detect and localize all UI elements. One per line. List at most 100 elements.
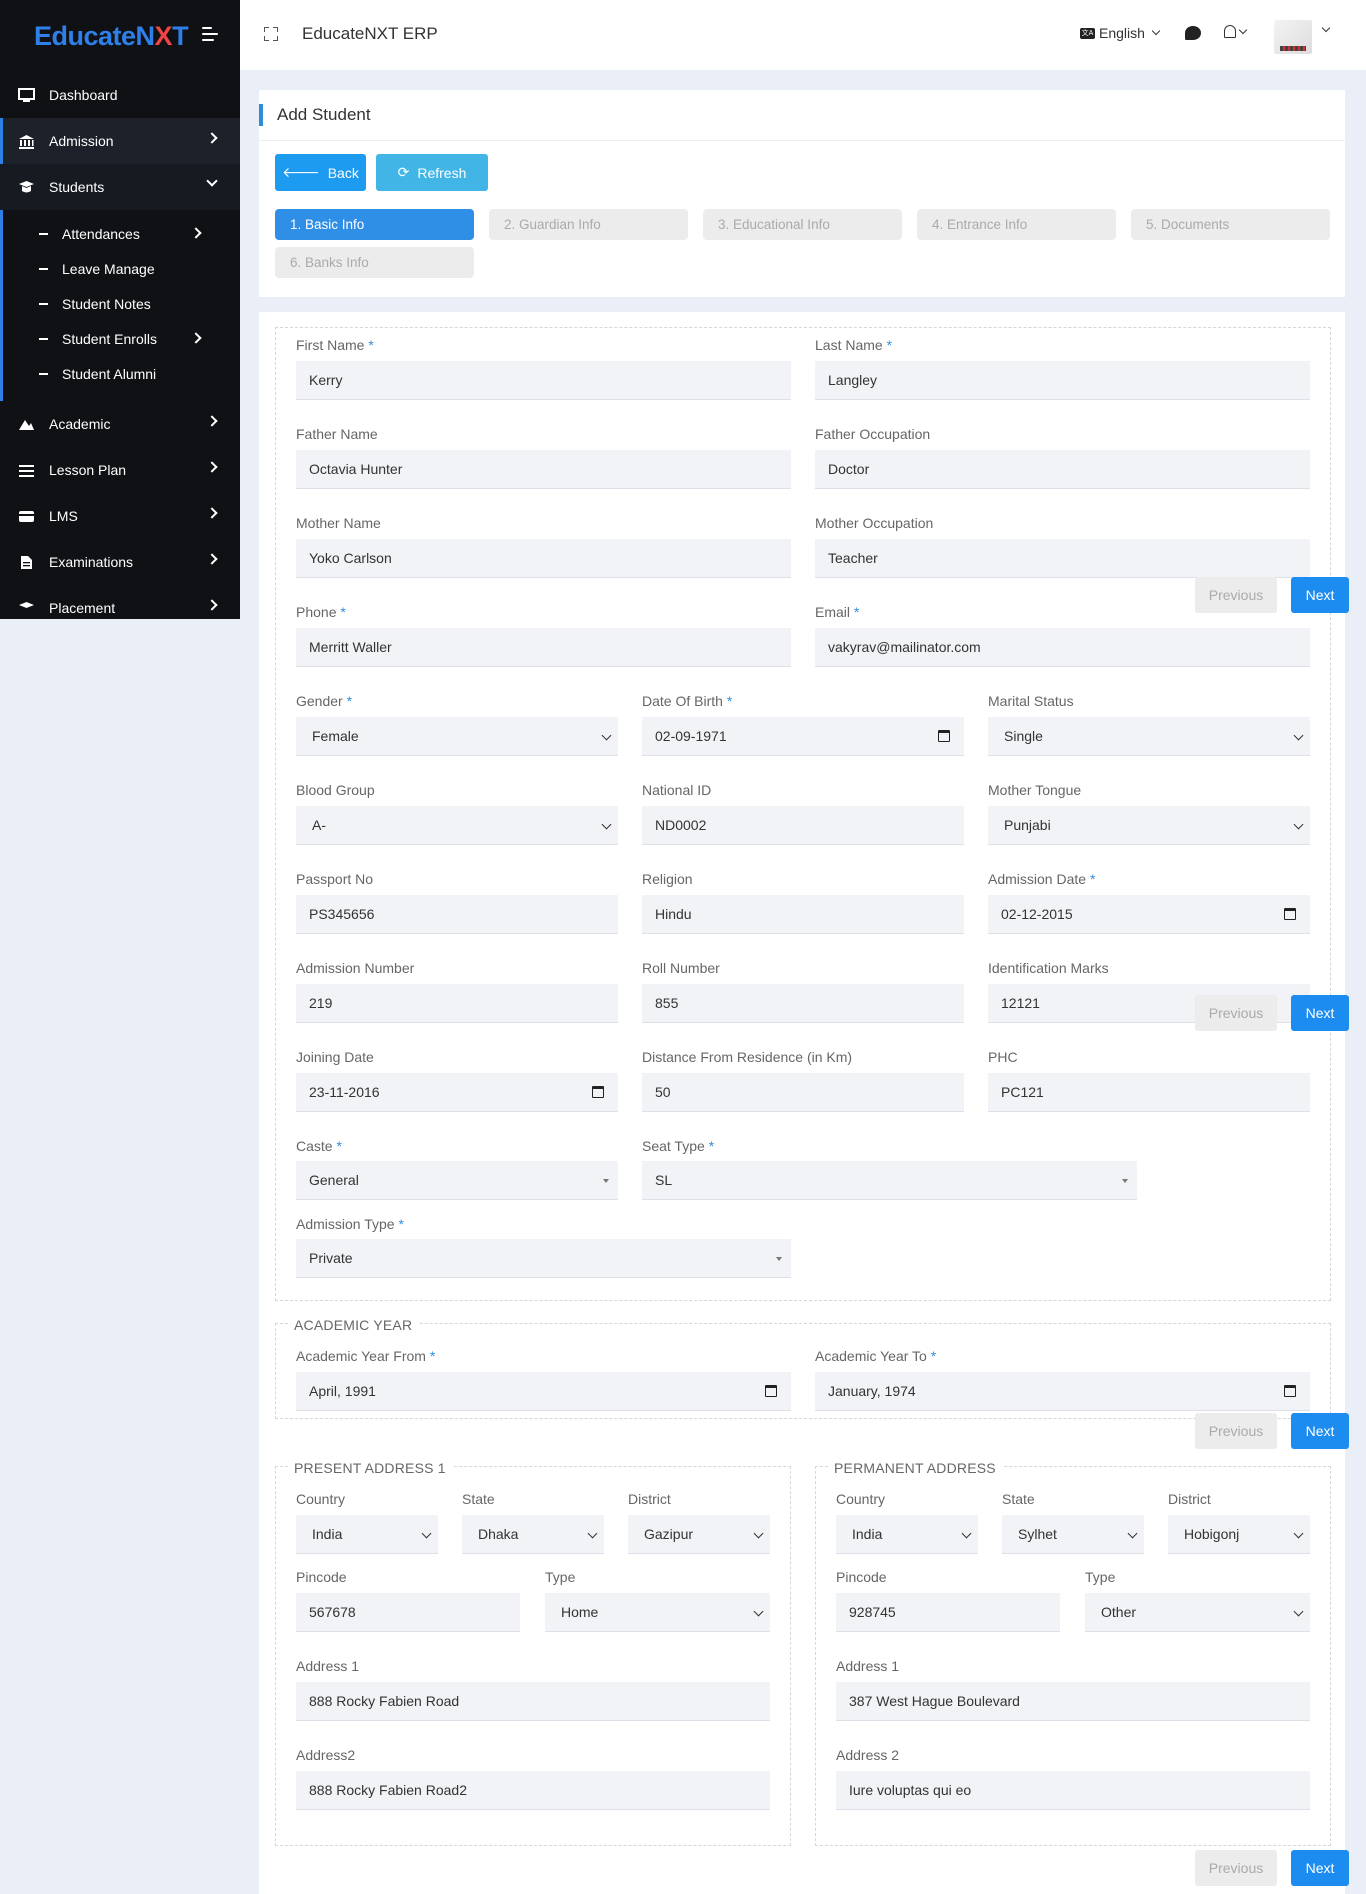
gender-value: Female xyxy=(312,728,359,744)
last-name-input[interactable]: Langley xyxy=(815,361,1310,400)
present-address1-input[interactable]: 888 Rocky Fabien Road xyxy=(296,1682,770,1721)
permanent-address2-input[interactable]: Iure voluptas qui eo xyxy=(836,1771,1310,1810)
admission-type-select[interactable]: Private xyxy=(296,1239,791,1278)
previous-button[interactable]: Previous xyxy=(1195,995,1277,1031)
academic-year-legend: ACADEMIC YEAR xyxy=(288,1317,419,1333)
tab-basic-info[interactable]: 1. Basic Info xyxy=(275,209,474,240)
present-type-label: Type xyxy=(545,1569,576,1585)
next-button[interactable]: Next xyxy=(1291,1413,1349,1449)
tab-guardian-info[interactable]: 2. Guardian Info xyxy=(489,209,688,240)
fullscreen-icon[interactable] xyxy=(264,27,278,41)
religion-input[interactable]: Hindu xyxy=(642,895,964,934)
sidebar-subitem-attendances[interactable]: Attendances xyxy=(3,216,240,251)
permanent-country-label: Country xyxy=(836,1491,886,1507)
chevron-down-icon xyxy=(753,1528,764,1539)
next-button[interactable]: Next xyxy=(1291,1850,1349,1886)
brand-x: X xyxy=(154,20,173,51)
sidebar-item-dashboard[interactable]: Dashboard xyxy=(0,72,240,118)
previous-button[interactable]: Previous xyxy=(1195,1850,1277,1886)
national-id-input[interactable]: ND0002 xyxy=(642,806,964,845)
calendar-icon[interactable] xyxy=(1284,908,1296,920)
gender-select[interactable]: Female xyxy=(296,717,618,756)
admission-number-input[interactable]: 219 xyxy=(296,984,618,1023)
distance-input[interactable]: 50 xyxy=(642,1073,964,1112)
father-name-label: Father Name xyxy=(296,426,378,442)
passport-no-field: Passport No PS345656 xyxy=(296,871,618,935)
phone-input[interactable]: Merritt Waller xyxy=(296,628,791,667)
calendar-icon[interactable] xyxy=(592,1086,604,1098)
back-button[interactable]: 🡐 Back xyxy=(275,154,366,191)
sidebar-item-students[interactable]: Students xyxy=(0,164,240,210)
present-pincode-input[interactable]: 567678 xyxy=(296,1593,520,1632)
present-state-select[interactable]: Dhaka xyxy=(462,1515,604,1554)
sidebar-subitem-student-alumni[interactable]: Student Alumni xyxy=(3,356,240,391)
present-country-select[interactable]: India xyxy=(296,1515,438,1554)
sidebar-item-admission[interactable]: Admission xyxy=(0,118,240,164)
calendar-icon[interactable] xyxy=(938,730,950,742)
present-address2-input[interactable]: 888 Rocky Fabien Road2 xyxy=(296,1771,770,1810)
sidebar-item-lms[interactable]: LMS xyxy=(0,493,240,539)
academic-year-from-input[interactable]: April, 1991 xyxy=(296,1372,791,1411)
tab-educational-info[interactable]: 3. Educational Info xyxy=(703,209,902,240)
permanent-address1-label: Address 1 xyxy=(836,1658,900,1674)
permanent-country-select[interactable]: India xyxy=(836,1515,978,1554)
tab-entrance-info[interactable]: 4. Entrance Info xyxy=(917,209,1116,240)
admission-date-input[interactable]: 02-12-2015 xyxy=(988,895,1310,934)
chevron-down-icon xyxy=(1293,1606,1304,1617)
permanent-pincode-input[interactable]: 928745 xyxy=(836,1593,1060,1632)
tab-documents[interactable]: 5. Documents xyxy=(1131,209,1330,240)
sidebar-subitem-student-enrolls[interactable]: Student Enrolls xyxy=(3,321,240,356)
permanent-district-select[interactable]: Hobigonj xyxy=(1168,1515,1310,1554)
next-button[interactable]: Next xyxy=(1291,577,1349,613)
mother-tongue-field: Mother Tongue Punjabi xyxy=(988,782,1310,846)
first-name-input[interactable]: Kerry xyxy=(296,361,791,400)
blood-group-select[interactable]: A- xyxy=(296,806,618,845)
email-input[interactable]: vakyrav@mailinator.com xyxy=(815,628,1310,667)
phc-input[interactable]: PC121 xyxy=(988,1073,1310,1112)
joining-date-input[interactable]: 23-11-2016 xyxy=(296,1073,618,1112)
subitem-label: Student Alumni xyxy=(62,365,157,382)
roll-number-input[interactable]: 855 xyxy=(642,984,964,1023)
sidebar-item-examinations[interactable]: Examinations xyxy=(0,539,240,585)
passport-no-input[interactable]: PS345656 xyxy=(296,895,618,934)
chat-icon[interactable] xyxy=(1185,26,1201,40)
permanent-state-select[interactable]: Sylhet xyxy=(1002,1515,1144,1554)
mother-occupation-field: Mother Occupation Teacher xyxy=(815,515,1310,579)
academic-year-to-input[interactable]: January, 1974 xyxy=(815,1372,1310,1411)
permanent-address2-field: Address 2 Iure voluptas qui eo xyxy=(836,1747,1310,1811)
academic-year-to-field: Academic Year To * January, 1974 xyxy=(815,1348,1310,1412)
menu-toggle-icon[interactable] xyxy=(202,27,220,41)
seat-type-select[interactable]: SL xyxy=(642,1161,1137,1200)
sidebar-item-lesson-plan[interactable]: Lesson Plan xyxy=(0,447,240,493)
chevron-down-icon[interactable] xyxy=(1321,23,1331,33)
mother-name-label: Mother Name xyxy=(296,515,381,531)
mother-name-input[interactable]: Yoko Carlson xyxy=(296,539,791,578)
previous-button[interactable]: Previous xyxy=(1195,1413,1277,1449)
father-occupation-input[interactable]: Doctor xyxy=(815,450,1310,489)
mother-tongue-select[interactable]: Punjabi xyxy=(988,806,1310,845)
refresh-button[interactable]: ⟳ Refresh xyxy=(376,154,488,191)
permanent-type-select[interactable]: Other xyxy=(1085,1593,1310,1632)
sidebar-item-academic[interactable]: Academic xyxy=(0,401,240,447)
present-type-select[interactable]: Home xyxy=(545,1593,770,1632)
father-name-input[interactable]: Octavia Hunter xyxy=(296,450,791,489)
calendar-icon[interactable] xyxy=(1284,1385,1296,1397)
permanent-address1-input[interactable]: 387 West Hague Boulevard xyxy=(836,1682,1310,1721)
tab-banks-info[interactable]: 6. Banks Info xyxy=(275,247,474,278)
caste-select[interactable]: General xyxy=(296,1161,618,1200)
previous-button[interactable]: Previous xyxy=(1195,577,1277,613)
sidebar-item-placement[interactable]: Placement xyxy=(0,585,240,619)
refresh-label: Refresh xyxy=(417,164,467,181)
sidebar-subitem-leave-manage[interactable]: Leave Manage xyxy=(3,251,240,286)
marital-status-select[interactable]: Single xyxy=(988,717,1310,756)
present-district-select[interactable]: Gazipur xyxy=(628,1515,770,1554)
avatar[interactable] xyxy=(1274,20,1312,54)
sidebar-subitem-student-notes[interactable]: Student Notes xyxy=(3,286,240,321)
notification-bell[interactable] xyxy=(1224,25,1248,38)
language-selector[interactable]: 文A English xyxy=(1080,25,1161,41)
last-name-field: Last Name * Langley xyxy=(815,337,1310,401)
mother-occupation-input[interactable]: Teacher xyxy=(815,539,1310,578)
calendar-icon[interactable] xyxy=(765,1385,777,1397)
dob-input[interactable]: 02-09-1971 xyxy=(642,717,964,756)
next-button[interactable]: Next xyxy=(1291,995,1349,1031)
